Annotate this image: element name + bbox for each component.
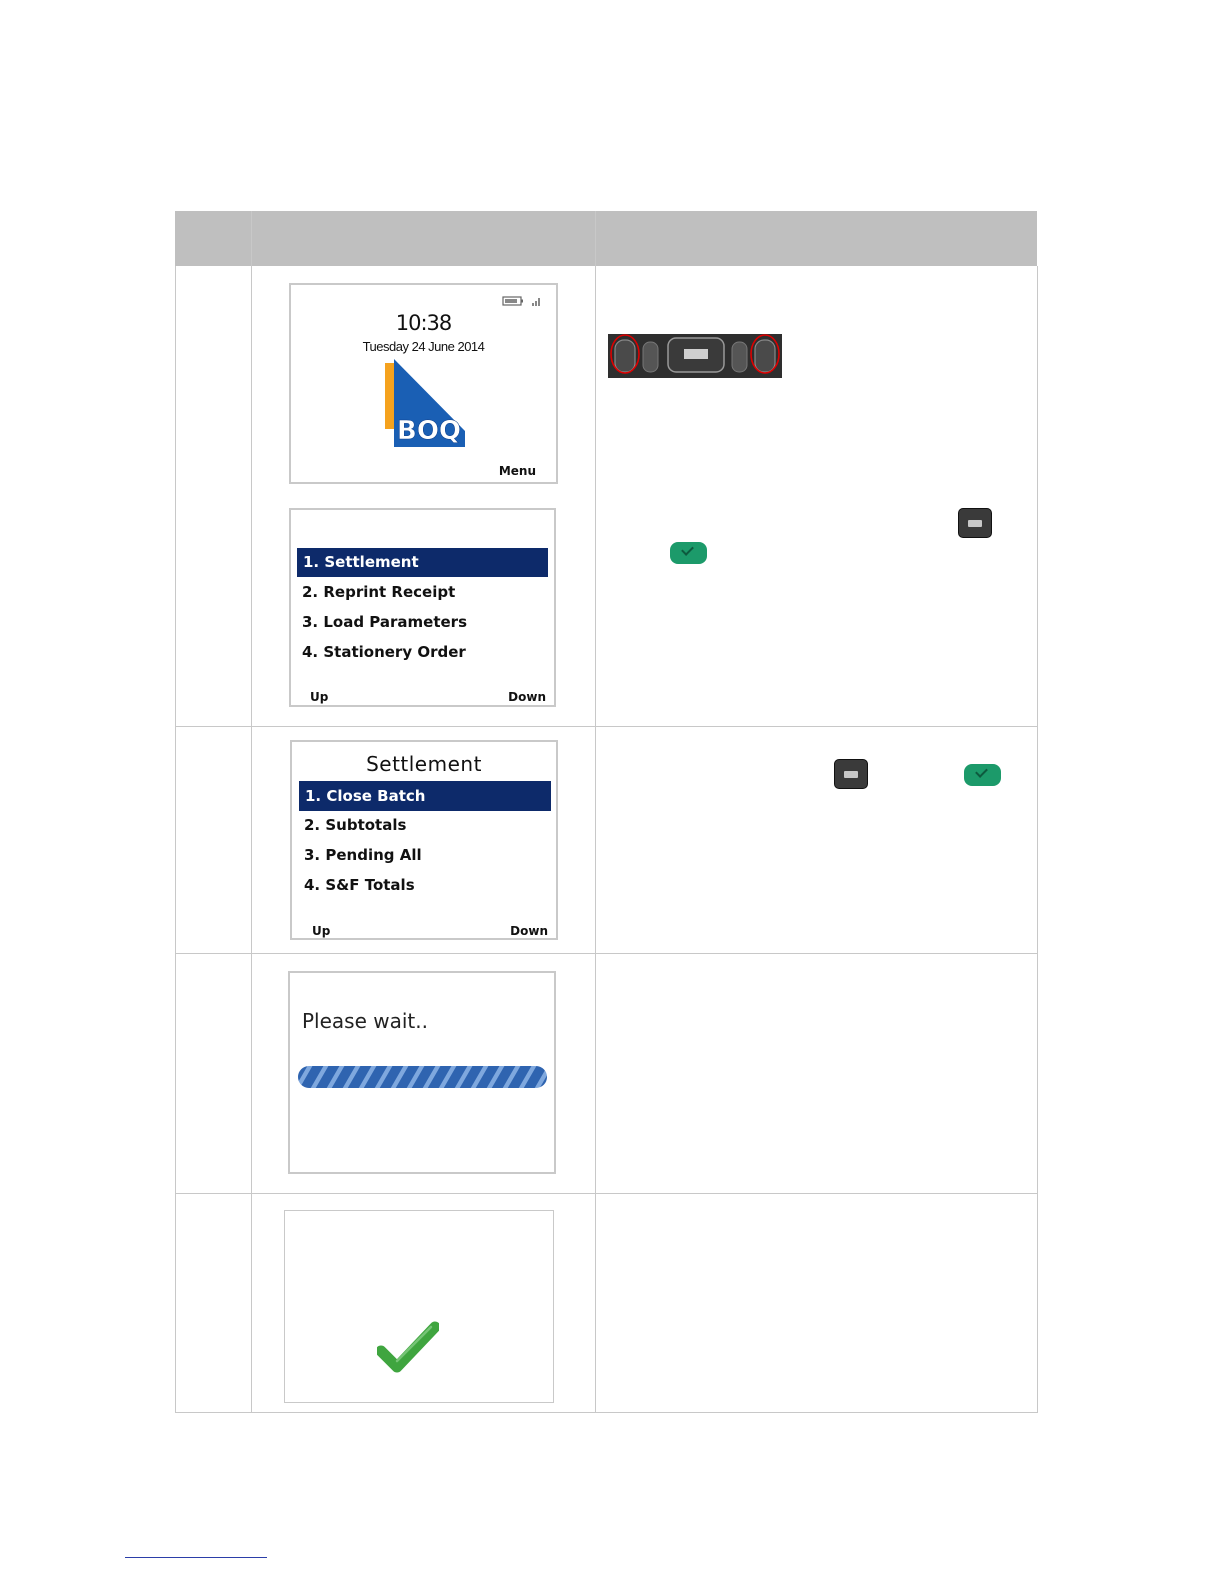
menu-item-sf-totals: 4. S&F Totals: [304, 876, 415, 894]
column-divider-2: [595, 211, 596, 1413]
table-border-left: [175, 266, 176, 1413]
signal-bar-2: [535, 301, 537, 306]
left-softkey: [614, 339, 636, 373]
softkey-menu: Menu: [498, 464, 536, 478]
terminal-idle-screen: 10:38 Tuesday 24 June 2014 BOQ Menu: [289, 283, 558, 484]
status-icons: [502, 296, 540, 306]
progress-bar: [298, 1066, 547, 1088]
signal-bar-3: [538, 298, 540, 306]
table-border-bottom: [175, 1412, 1038, 1413]
table-border-right: [1037, 266, 1038, 1413]
row-divider-1: [175, 726, 1038, 727]
keypad-strip-icon: [608, 334, 782, 378]
battery-tip: [521, 299, 523, 303]
terminal-settlement-screen: Settlement 1. Close Batch 2. Subtotals 3…: [290, 740, 558, 940]
logo-text: BOQ: [397, 416, 462, 447]
down-key: [731, 341, 748, 373]
column-divider-1: [251, 211, 252, 1413]
green-confirm-key-icon: [670, 542, 707, 564]
table-header: [175, 211, 1037, 266]
menu-item-settlement: 1. Settlement: [297, 548, 548, 577]
signal-bar-1: [532, 303, 534, 306]
enter-key-icon: [834, 759, 868, 789]
softkey-down: Down: [510, 924, 548, 938]
menu-item-close-batch: 1. Close Batch: [299, 781, 551, 811]
row-divider-3: [175, 1193, 1038, 1194]
terminal-please-wait-screen: Please wait..: [288, 971, 556, 1174]
progress-fill: [298, 1066, 547, 1088]
softkey-up: Up: [310, 690, 329, 704]
terminal-main-menu-screen: 1. Settlement 2. Reprint Receipt 3. Load…: [289, 508, 556, 707]
menu-item-stationery-order: 4. Stationery Order: [302, 643, 466, 661]
green-confirm-key-icon: [964, 764, 1001, 786]
enter-key-icon: [958, 508, 992, 538]
logo-orange-bar: [385, 363, 394, 429]
clock-date: Tuesday 24 June 2014: [362, 339, 485, 354]
please-wait-message: Please wait..: [302, 1009, 428, 1033]
terminal-success-screen: [284, 1210, 554, 1403]
up-key: [642, 341, 659, 373]
footnote-rule: [125, 1557, 267, 1558]
settlement-title: Settlement: [366, 752, 482, 776]
check-icon: [377, 1321, 439, 1373]
menu-item-load-parameters: 3. Load Parameters: [302, 613, 468, 631]
menu-item-subtotals: 2. Subtotals: [304, 816, 407, 834]
clock-time: 10:38: [395, 311, 453, 335]
right-softkey: [754, 339, 776, 373]
softkey-up: Up: [312, 924, 331, 938]
menu-item-pending-all: 3. Pending All: [304, 846, 422, 864]
softkey-down: Down: [508, 690, 546, 704]
row-divider-2: [175, 953, 1038, 954]
battery-level: [505, 299, 517, 303]
menu-item-reprint-receipt: 2. Reprint Receipt: [302, 583, 456, 601]
